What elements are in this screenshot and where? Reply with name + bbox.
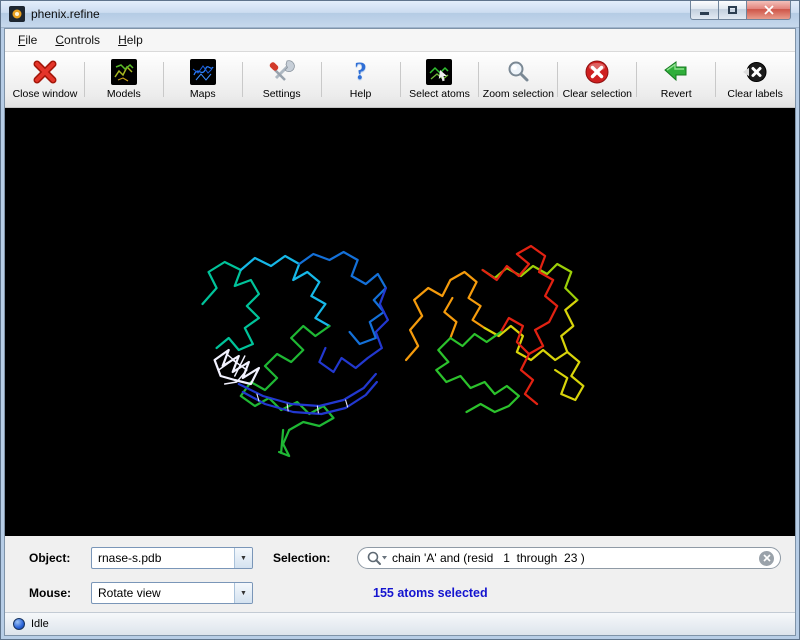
toolbar-label: Revert — [661, 88, 692, 100]
mouse-dropdown-value: Rotate view — [92, 586, 234, 600]
object-dropdown[interactable]: rnase-s.pdb ▼ — [91, 547, 253, 569]
status-led-icon — [13, 618, 25, 630]
toolbar-label: Close window — [13, 88, 78, 100]
app-window: phenix.refine File Controls Help — [0, 0, 800, 640]
toolbar-button-select-atoms[interactable]: Select atoms — [402, 54, 478, 105]
toolbar-label: Zoom selection — [483, 88, 554, 100]
toolbar-separator — [163, 62, 164, 97]
maximize-button[interactable] — [718, 1, 747, 20]
toolbar-separator — [321, 62, 322, 97]
settings-icon — [268, 57, 296, 87]
toolbar-separator — [478, 62, 479, 97]
mouse-label: Mouse: — [29, 586, 85, 600]
minimize-icon — [700, 12, 709, 15]
object-label: Object: — [29, 551, 85, 565]
client-area: File Controls Help Close window — [4, 28, 796, 636]
toolbar-separator — [636, 62, 637, 97]
toolbar-label: Settings — [263, 88, 301, 100]
toolbar-separator — [84, 62, 85, 97]
toolbar-separator — [400, 62, 401, 97]
control-panel: Object: rnase-s.pdb ▼ Selection: chain '… — [5, 536, 795, 612]
menu-file[interactable]: File — [9, 30, 46, 50]
clear-search-icon[interactable] — [759, 551, 774, 566]
menu-controls[interactable]: Controls — [46, 30, 109, 50]
models-icon — [111, 57, 137, 87]
menubar: File Controls Help — [5, 29, 795, 52]
window-controls — [691, 1, 791, 20]
clear-selection-icon — [584, 57, 610, 87]
toolbar-separator — [557, 62, 558, 97]
molecule-render — [5, 108, 795, 536]
toolbar-button-zoom-selection[interactable]: Zoom selection — [480, 54, 556, 105]
atoms-selected-status: 155 atoms selected — [357, 586, 787, 600]
window-title: phenix.refine — [31, 7, 100, 21]
help-icon: ? — [354, 57, 367, 87]
mouse-dropdown[interactable]: Rotate view ▼ — [91, 582, 253, 604]
selection-label: Selection: — [259, 551, 351, 565]
chevron-down-icon: ▼ — [234, 583, 252, 603]
toolbar-label: Help — [350, 88, 372, 100]
statusbar: Idle — [5, 612, 795, 635]
app-icon — [9, 6, 25, 22]
object-dropdown-value: rnase-s.pdb — [92, 551, 234, 565]
toolbar-button-revert[interactable]: Revert — [638, 54, 714, 105]
selection-input[interactable]: chain 'A' and (resid 1 through 23 ) — [357, 547, 781, 569]
toolbar-button-close-window[interactable]: Close window — [7, 54, 83, 105]
toolbar-label: Select atoms — [409, 88, 470, 100]
toolbar-label: Clear selection — [563, 88, 632, 100]
close-window-icon — [32, 57, 58, 87]
titlebar[interactable]: phenix.refine — [1, 1, 799, 28]
toolbar-button-help[interactable]: ? Help — [323, 54, 399, 105]
clear-labels-icon — [742, 57, 768, 87]
maximize-icon — [728, 6, 737, 14]
toolbar-button-maps[interactable]: Maps — [165, 54, 241, 105]
toolbar-button-clear-selection[interactable]: Clear selection — [559, 54, 635, 105]
toolbar-button-models[interactable]: Models — [86, 54, 162, 105]
toolbar: Close window Models — [5, 52, 795, 108]
maps-icon — [190, 57, 216, 87]
close-icon — [763, 5, 775, 15]
close-button[interactable] — [746, 1, 791, 20]
toolbar-label: Maps — [190, 88, 216, 100]
minimize-button[interactable] — [690, 1, 719, 20]
toolbar-button-settings[interactable]: Settings — [244, 54, 320, 105]
toolbar-label: Models — [107, 88, 141, 100]
search-icon — [366, 550, 388, 566]
status-text: Idle — [31, 618, 49, 630]
selection-input-value: chain 'A' and (resid 1 through 23 ) — [392, 551, 759, 565]
zoom-selection-icon — [505, 57, 531, 87]
chevron-down-icon: ▼ — [234, 548, 252, 568]
toolbar-separator — [715, 62, 716, 97]
molecule-viewport[interactable] — [5, 108, 795, 536]
revert-icon — [662, 57, 690, 87]
toolbar-label: Clear labels — [727, 88, 782, 100]
toolbar-separator — [242, 62, 243, 97]
menu-help[interactable]: Help — [109, 30, 152, 50]
window-frame: File Controls Help Close window — [1, 28, 799, 639]
select-atoms-icon — [426, 57, 452, 87]
toolbar-button-clear-labels[interactable]: Clear labels — [717, 54, 793, 105]
